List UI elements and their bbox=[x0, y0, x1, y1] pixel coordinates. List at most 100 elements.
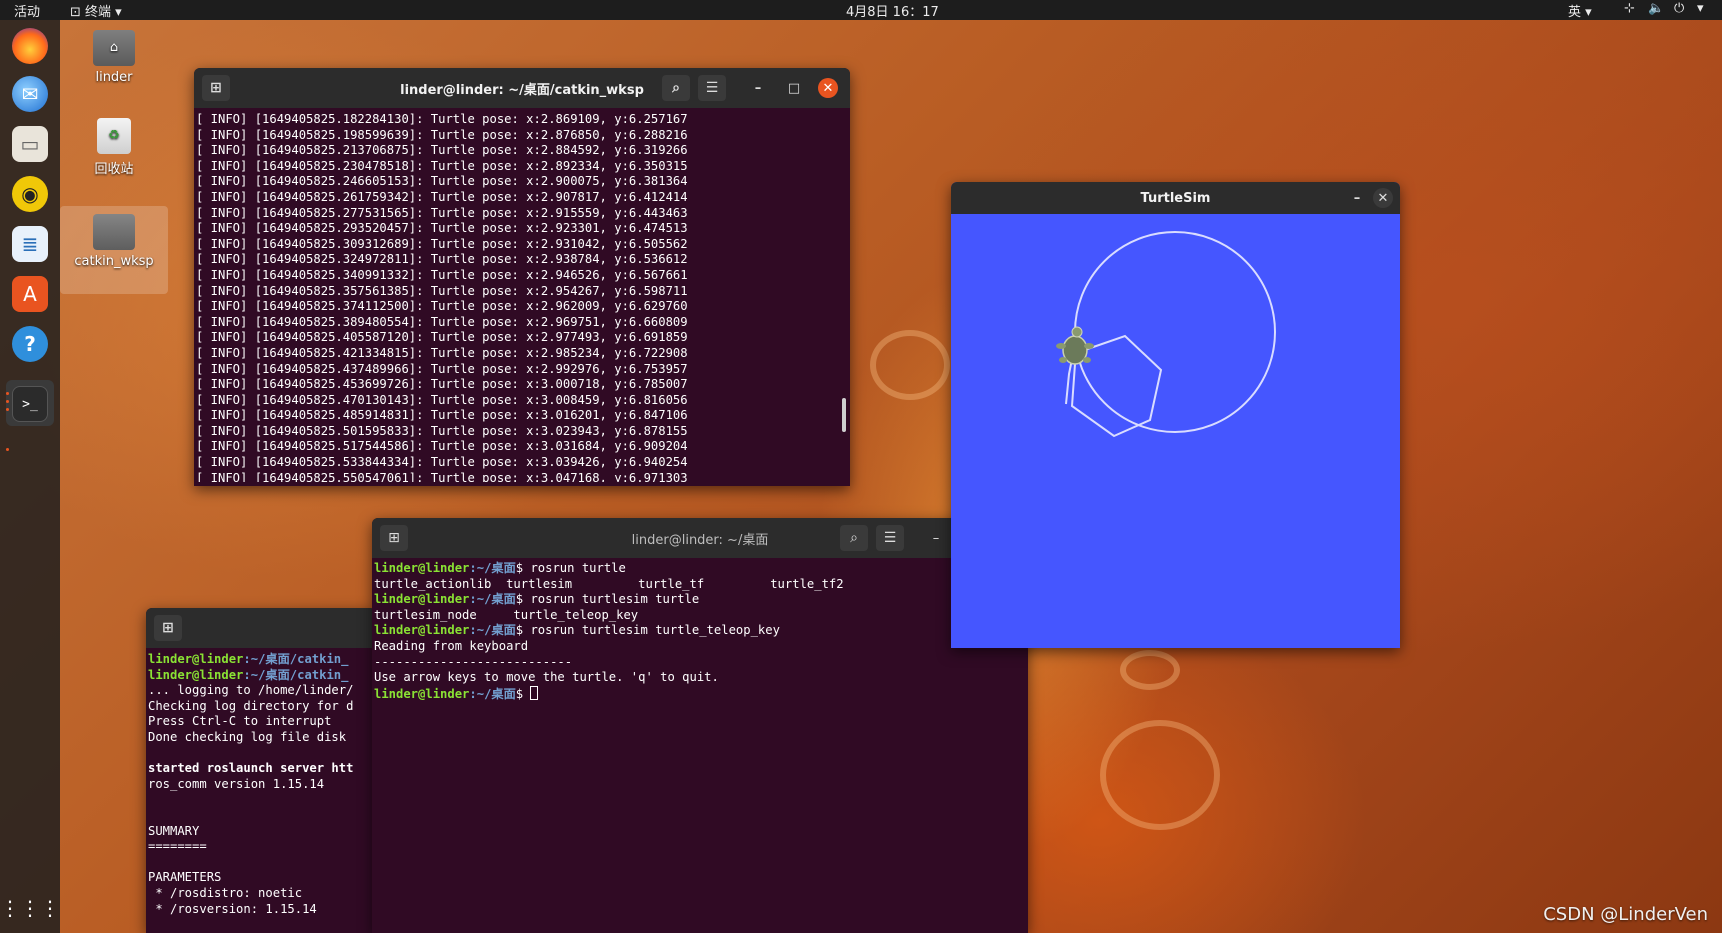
minimize-icon[interactable]: – bbox=[926, 528, 946, 548]
log-line: [ INFO] [1649405825.374112500]: Turtle p… bbox=[196, 299, 688, 314]
log-line: [ INFO] [1649405825.230478518]: Turtle p… bbox=[196, 158, 688, 173]
new-tab-icon[interactable]: ⊞ bbox=[202, 75, 230, 101]
minimize-icon[interactable]: – bbox=[1347, 188, 1367, 208]
firefox-icon[interactable] bbox=[12, 28, 48, 64]
terminal-app-menu[interactable]: ⊡ 终端 ▾ bbox=[70, 1, 122, 20]
close-icon[interactable]: ✕ bbox=[818, 78, 838, 98]
log-line: [ INFO] [1649405825.453699726]: Turtle p… bbox=[196, 377, 688, 392]
terminal-line: SUMMARY bbox=[148, 823, 200, 838]
turtlesim-titlebar[interactable]: TurtleSim – ✕ bbox=[951, 182, 1400, 214]
terminal-titlebar[interactable]: ⊞ bbox=[146, 608, 376, 648]
log-line: [ INFO] [1649405825.405587120]: Turtle p… bbox=[196, 330, 688, 345]
text-cursor bbox=[530, 685, 539, 700]
minimize-icon[interactable]: – bbox=[748, 78, 768, 98]
wallpaper-swirl bbox=[1100, 720, 1220, 830]
terminal-content[interactable]: linder@linder:~/桌面/catkin_ linder@linder:… bbox=[148, 652, 374, 917]
prompt-user: linder@linder bbox=[374, 686, 470, 701]
desktop-icon-catkin-wksp[interactable]: catkin_wksp bbox=[60, 206, 168, 294]
activities-button[interactable]: 活动 bbox=[14, 1, 40, 20]
show-applications-icon[interactable]: ⋮⋮⋮ bbox=[0, 890, 60, 926]
terminal-line: Reading from keyboard bbox=[374, 638, 529, 653]
log-line: [ INFO] [1649405825.437489966]: Turtle p… bbox=[196, 361, 688, 376]
running-indicator bbox=[6, 448, 9, 451]
turtle-icon bbox=[1056, 326, 1094, 365]
help-icon[interactable]: ? bbox=[12, 326, 48, 362]
terminal-window-pose[interactable]: ⊞ linder@linder: ~/桌面/catkin_wksp ⌕ ☰ – … bbox=[194, 68, 850, 486]
watermark: CSDN @LinderVen bbox=[1543, 904, 1708, 925]
hamburger-menu-icon[interactable]: ☰ bbox=[876, 525, 904, 551]
terminal-content[interactable]: linder@linder:~/桌面$ rosrun turtle turtle_… bbox=[374, 561, 1026, 702]
input-method-menu[interactable]: 英 ▾ bbox=[1568, 1, 1592, 20]
prompt-user: linder@linder bbox=[374, 592, 470, 607]
command-text: $ rosrun turtle bbox=[515, 561, 626, 575]
prompt-user: linder@linder bbox=[374, 623, 470, 638]
log-line: [ INFO] [1649405825.182284130]: Turtle p… bbox=[196, 112, 688, 126]
log-line: [ INFO] [1649405825.550547061]: Turtle p… bbox=[196, 470, 688, 482]
log-line: [ INFO] [1649405825.357561385]: Turtle p… bbox=[196, 283, 688, 298]
log-line: [ INFO] [1649405825.470130143]: Turtle p… bbox=[196, 392, 688, 407]
terminal-window-teleop[interactable]: ⊞ linder@linder: ~/桌面 ⌕ ☰ – □ ✕ linder@l… bbox=[372, 518, 1028, 933]
volume-icon[interactable]: 🔈 bbox=[1648, 1, 1664, 16]
search-icon[interactable]: ⌕ bbox=[840, 525, 868, 551]
files-icon[interactable]: ▭ bbox=[12, 126, 48, 162]
system-menu-arrow[interactable]: ▾ bbox=[1697, 1, 1704, 16]
terminal-titlebar[interactable]: ⊞ linder@linder: ~/桌面/catkin_wksp ⌕ ☰ – … bbox=[194, 68, 850, 108]
software-center-icon[interactable]: A bbox=[12, 276, 48, 312]
log-line: [ INFO] [1649405825.198599639]: Turtle p… bbox=[196, 127, 688, 142]
prompt-path: :~/桌面 bbox=[469, 623, 516, 638]
folder-icon bbox=[93, 214, 135, 250]
terminal-line: turtlesim_node turtle_teleop_key bbox=[374, 607, 639, 622]
trajectory-circle bbox=[1074, 231, 1276, 433]
turtlesim-window[interactable]: TurtleSim – ✕ bbox=[951, 182, 1400, 648]
terminal-icon: ⊡ bbox=[70, 5, 86, 20]
command-text: $ rosrun turtlesim turtle_teleop_key bbox=[515, 623, 780, 638]
turtlesim-canvas bbox=[1056, 231, 1276, 438]
terminal-dock-icon[interactable]: >_ bbox=[12, 386, 48, 422]
terminal-line: Press Ctrl-C to interrupt bbox=[148, 714, 332, 729]
log-line: [ INFO] [1649405825.421334815]: Turtle p… bbox=[196, 345, 688, 360]
new-tab-icon[interactable]: ⊞ bbox=[380, 525, 408, 551]
prompt-path: :~/桌面/catkin_ bbox=[243, 652, 349, 666]
log-line: [ INFO] [1649405825.293520457]: Turtle p… bbox=[196, 221, 688, 236]
terminal-content[interactable]: [ INFO] [1649405825.182284130]: Turtle p… bbox=[196, 112, 848, 482]
network-icon[interactable]: ⊹ bbox=[1624, 1, 1635, 16]
terminal-line: --------------------------- bbox=[374, 654, 573, 669]
prompt-path: :~/桌面 bbox=[469, 561, 516, 575]
desktop-icon-trash[interactable]: ♻ 回收站 bbox=[69, 118, 159, 177]
log-line: [ INFO] [1649405825.309312689]: Turtle p… bbox=[196, 236, 688, 251]
top-panel: 活动 ⊡ 终端 ▾ 4月8日 16：17 英 ▾ ⊹ 🔈 ⏻ ▾ bbox=[0, 0, 1722, 20]
terminal-line: ======== bbox=[148, 839, 207, 854]
close-icon[interactable]: ✕ bbox=[1373, 188, 1393, 208]
prompt-path: :~/桌面 bbox=[469, 592, 516, 607]
rhythmbox-icon[interactable]: ◉ bbox=[12, 176, 48, 212]
window-title: linder@linder: ~/桌面/catkin_wksp bbox=[400, 82, 644, 98]
log-line: [ INFO] [1649405825.485914831]: Turtle p… bbox=[196, 408, 688, 423]
wallpaper-swirl bbox=[1120, 650, 1180, 690]
log-line: [ INFO] [1649405825.501595833]: Turtle p… bbox=[196, 423, 688, 438]
desktop-icon-home[interactable]: ⌂ linder bbox=[69, 30, 159, 85]
terminal-titlebar[interactable]: ⊞ linder@linder: ~/桌面 ⌕ ☰ – □ ✕ bbox=[372, 518, 1028, 558]
terminal-line: turtle_actionlib turtlesim turtle_tf tur… bbox=[374, 576, 844, 591]
log-line: [ INFO] [1649405825.340991332]: Turtle p… bbox=[196, 267, 688, 282]
terminal-line: ros_comm version 1.15.14 bbox=[148, 776, 325, 791]
search-icon[interactable]: ⌕ bbox=[662, 75, 690, 101]
power-icon[interactable]: ⏻ bbox=[1674, 1, 1684, 16]
terminal-line: PARAMETERS bbox=[148, 870, 222, 885]
maximize-icon[interactable]: □ bbox=[784, 78, 804, 98]
scrollbar[interactable] bbox=[842, 398, 846, 432]
log-line: [ INFO] [1649405825.213706875]: Turtle p… bbox=[196, 143, 688, 158]
clock[interactable]: 4月8日 16：17 bbox=[846, 1, 939, 20]
log-line: [ INFO] [1649405825.324972811]: Turtle p… bbox=[196, 252, 688, 267]
terminal-line: started roslaunch server htt bbox=[148, 761, 354, 776]
writer-icon[interactable]: ≣ bbox=[12, 226, 48, 262]
new-tab-icon[interactable]: ⊞ bbox=[154, 615, 182, 641]
hamburger-menu-icon[interactable]: ☰ bbox=[698, 75, 726, 101]
terminal-window-roscore[interactable]: ⊞ linder@linder:~/桌面/catkin_ linder@linde… bbox=[146, 608, 376, 933]
log-line: [ INFO] [1649405825.533844334]: Turtle p… bbox=[196, 455, 688, 470]
terminal-line: Done checking log file disk bbox=[148, 729, 347, 744]
thunderbird-icon[interactable]: ✉ bbox=[12, 76, 48, 112]
dock: ✉ ▭ ◉ ≣ A ? >_ ⋮⋮⋮ bbox=[0, 20, 60, 933]
running-indicator bbox=[6, 408, 9, 411]
desktop-icon-label: linder bbox=[95, 70, 133, 85]
running-indicator bbox=[6, 400, 9, 403]
